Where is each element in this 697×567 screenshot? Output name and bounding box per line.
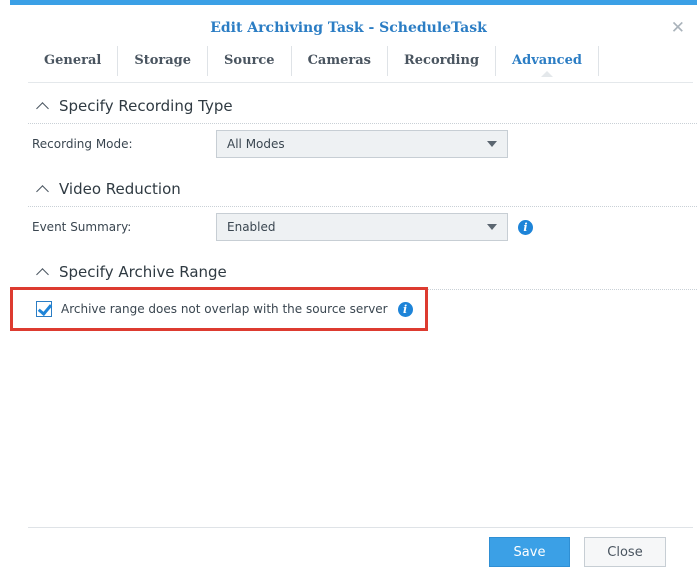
chevron-up-icon <box>36 102 49 115</box>
info-icon[interactable]: i <box>397 301 413 317</box>
archive-range-checkbox[interactable] <box>36 301 52 317</box>
tab-source[interactable]: Source <box>208 46 292 76</box>
dropdown-caret-icon <box>487 141 497 147</box>
dropdown-caret-icon <box>487 224 497 230</box>
section-title: Specify Recording Type <box>59 97 233 115</box>
section-header-recording-type[interactable]: Specify Recording Type <box>28 95 697 117</box>
recording-mode-label: Recording Mode: <box>32 137 133 151</box>
tabs-divider <box>28 82 693 83</box>
section-video-reduction: Video Reduction <box>28 178 697 207</box>
section-divider <box>28 206 697 207</box>
event-summary-select[interactable]: Enabled <box>216 213 508 241</box>
close-button[interactable]: Close <box>584 537 666 567</box>
tab-general[interactable]: General <box>28 46 119 76</box>
section-divider <box>28 123 697 124</box>
event-summary-row: Event Summary: Enabled i <box>32 212 672 242</box>
event-summary-label: Event Summary: <box>32 220 132 234</box>
chevron-up-icon <box>36 268 49 281</box>
recording-mode-row: Recording Mode: All Modes <box>32 129 672 159</box>
archive-range-option: Archive range does not overlap with the … <box>36 301 413 317</box>
section-title: Video Reduction <box>59 180 181 198</box>
section-title: Specify Archive Range <box>59 263 227 281</box>
tab-advanced[interactable]: Advanced <box>496 46 599 77</box>
chevron-up-icon <box>36 185 49 198</box>
tab-storage[interactable]: Storage <box>118 46 209 76</box>
dialog-top-accent-bar <box>10 0 697 5</box>
section-header-archive-range[interactable]: Specify Archive Range <box>28 261 697 283</box>
archive-range-checkbox-label[interactable]: Archive range does not overlap with the … <box>61 302 388 316</box>
event-summary-value: Enabled <box>227 220 276 234</box>
info-icon[interactable]: i <box>518 219 533 235</box>
save-button[interactable]: Save <box>489 537 570 567</box>
recording-mode-select[interactable]: All Modes <box>216 130 508 158</box>
tab-recording[interactable]: Recording <box>388 46 497 76</box>
section-header-video-reduction[interactable]: Video Reduction <box>28 178 697 200</box>
close-icon[interactable]: ✕ <box>671 20 685 37</box>
tab-cameras[interactable]: Cameras <box>292 46 388 76</box>
dialog-title: Edit Archiving Task - ScheduleTask <box>210 20 487 36</box>
section-archive-range: Specify Archive Range <box>28 261 697 290</box>
tab-bar: General Storage Source Cameras Recording… <box>28 46 599 77</box>
footer-divider <box>28 527 693 528</box>
recording-mode-value: All Modes <box>227 137 285 151</box>
section-recording-type: Specify Recording Type <box>28 95 697 124</box>
